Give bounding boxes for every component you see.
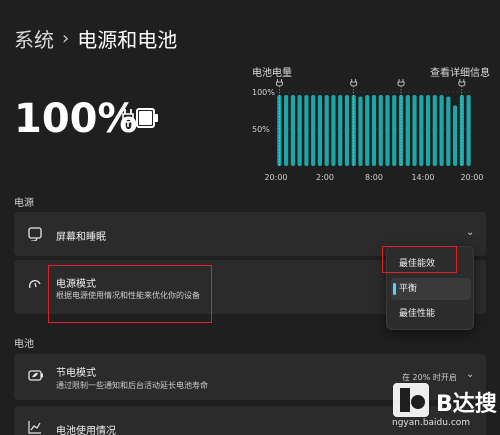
chart-bar (446, 96, 451, 166)
battery-saver-icon (28, 370, 43, 381)
battery-saver-title: 节电模式 (56, 368, 96, 379)
chart-bar (290, 94, 295, 166)
watermark-url: ngyan.baidu.com (392, 418, 471, 428)
battery-level-chart: 100% 50% 20:00 2:00 8:00 14:00 20:00 (252, 79, 484, 182)
battery-section-label: 电池 (14, 339, 34, 350)
chart-bar (385, 94, 390, 166)
chart-bar (439, 94, 444, 166)
x-tick-label: 20:00 (460, 173, 483, 182)
battery-usage-title: 电池使用情况 (56, 426, 116, 435)
chart-bar (338, 94, 343, 166)
highlight-box-best-efficiency (382, 246, 457, 273)
chevron-down-icon: ⌄ (466, 227, 475, 238)
power-mode-icon (28, 280, 41, 289)
breadcrumb-parent[interactable]: 系统 (14, 24, 54, 53)
chart-bar (466, 94, 471, 166)
chart-bar (331, 94, 336, 166)
chart-bar (378, 94, 383, 166)
screen-sleep-icon (28, 227, 42, 241)
battery-icon (136, 108, 158, 128)
y-tick-label: 100% (252, 88, 275, 97)
option-label: 最佳性能 (399, 309, 436, 319)
option-balanced[interactable]: 平衡 (391, 278, 471, 300)
y-tick-label: 50% (252, 125, 270, 134)
chart-bar (297, 94, 302, 166)
chart-bar (412, 94, 417, 166)
chart-bar (304, 94, 309, 166)
chart-bar (311, 94, 316, 166)
battery-percentage: 100% (14, 96, 138, 142)
chart-bar (358, 96, 363, 166)
x-tick-label: 20:00 (264, 173, 287, 182)
chart-bar (371, 94, 377, 166)
breadcrumb-separator: › (62, 28, 70, 49)
option-best-performance[interactable]: 最佳性能 (391, 303, 471, 325)
chart-bar (419, 94, 424, 166)
breadcrumb: 系统 › 电源和电池 (14, 24, 177, 53)
option-label: 平衡 (399, 284, 418, 294)
watermark: B达搜 ngyan.baidu.com (390, 380, 500, 435)
chart-bar (392, 94, 397, 166)
chart-bar (344, 94, 350, 166)
x-tick-label: 14:00 (411, 173, 434, 182)
watermark-text: B达搜 (436, 392, 497, 417)
usage-chart-icon (28, 421, 41, 434)
page-title: 电源和电池 (77, 28, 178, 52)
chart-bar (324, 94, 329, 166)
plug-icon (122, 109, 134, 127)
highlight-box-power-mode (48, 265, 212, 323)
selection-indicator (393, 283, 396, 295)
chart-bar (365, 94, 370, 166)
chart-bar (284, 94, 289, 166)
plug-marker-icon (397, 79, 405, 166)
plug-marker-icon (458, 79, 466, 166)
battery-saver-subtitle: 通过限制一些通知和后台活动延长电池寿命 (56, 381, 208, 390)
chevron-down-icon: ⌄ (466, 369, 475, 380)
x-tick-label: 8:00 (365, 173, 383, 182)
screen-sleep-title: 屏幕和睡眠 (56, 232, 106, 243)
chart-bar (405, 94, 410, 166)
chart-bar (432, 94, 437, 166)
power-section-label: 电源 (14, 198, 34, 209)
chart-bar (425, 94, 431, 166)
chart-bar (317, 94, 323, 166)
watermark-logo-icon (393, 383, 429, 417)
x-tick-label: 2:00 (316, 173, 334, 182)
chart-bar (453, 105, 458, 166)
plug-marker-icon (350, 79, 358, 166)
